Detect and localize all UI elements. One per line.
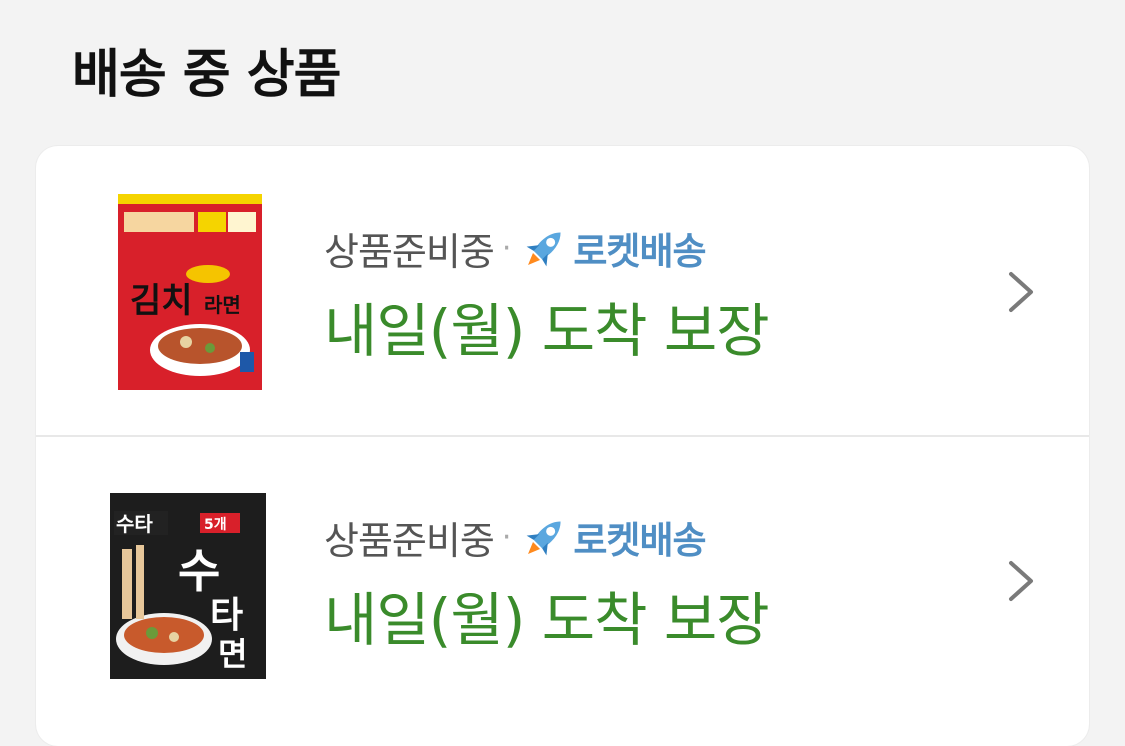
svg-text:면: 면: [218, 635, 247, 673]
arrival-guarantee: 내일(월) 도착 보장: [324, 297, 770, 365]
status-line: 상품준비중 · 로켓배송: [324, 509, 769, 565]
svg-text:라면: 라면: [204, 293, 241, 317]
item-info: 상품준비중 · 로켓배송 내일(월) 도착 보장: [324, 509, 770, 657]
sutah-ramen-package-image: 수타 5개 수 타 면: [110, 493, 266, 679]
svg-text:김치: 김치: [130, 281, 193, 321]
svg-text:수: 수: [178, 544, 220, 598]
status-line: 상품준비중 · 로켓배송: [324, 220, 769, 276]
status-text: 상품준비중: [324, 229, 495, 274]
svg-text:타: 타: [210, 595, 243, 636]
section-title: 배송 중 상품: [72, 45, 341, 105]
rocket-delivery-badge: 로켓배송: [573, 519, 706, 562]
svg-text:수타: 수타: [116, 512, 153, 536]
product-thumbnail[interactable]: 수타 5개 수 타 면: [100, 489, 280, 689]
item-info: 상품준비중 · 로켓배송 내일(월) 도착 보장: [324, 220, 770, 368]
status-text: 상품준비중: [324, 518, 495, 563]
chevron-right-icon[interactable]: [1001, 262, 1041, 322]
arrival-guarantee: 내일(월) 도착 보장: [324, 586, 770, 654]
svg-text:5개: 5개: [204, 517, 227, 533]
list-item[interactable]: 김치 라면 상품준비중 · 로켓배송 내일(월) 도착 보장: [36, 146, 1089, 436]
kimchi-ramen-package-image: 김치 라면: [118, 194, 262, 390]
chevron-right-icon[interactable]: [1001, 551, 1041, 611]
product-thumbnail[interactable]: 김치 라면: [100, 192, 280, 392]
delivery-card: 김치 라면 상품준비중 · 로켓배송 내일(월) 도착 보장 수타 5개 수 타…: [36, 146, 1089, 746]
separator-dot: ·: [501, 230, 512, 266]
rocket-icon: [519, 511, 571, 563]
list-item[interactable]: 수타 5개 수 타 면 상품준비중 · 로켓배송 내일(월) 도착 보장: [36, 437, 1089, 727]
rocket-delivery-badge: 로켓배송: [573, 230, 706, 273]
separator-dot: ·: [501, 519, 512, 555]
rocket-icon: [519, 222, 571, 274]
